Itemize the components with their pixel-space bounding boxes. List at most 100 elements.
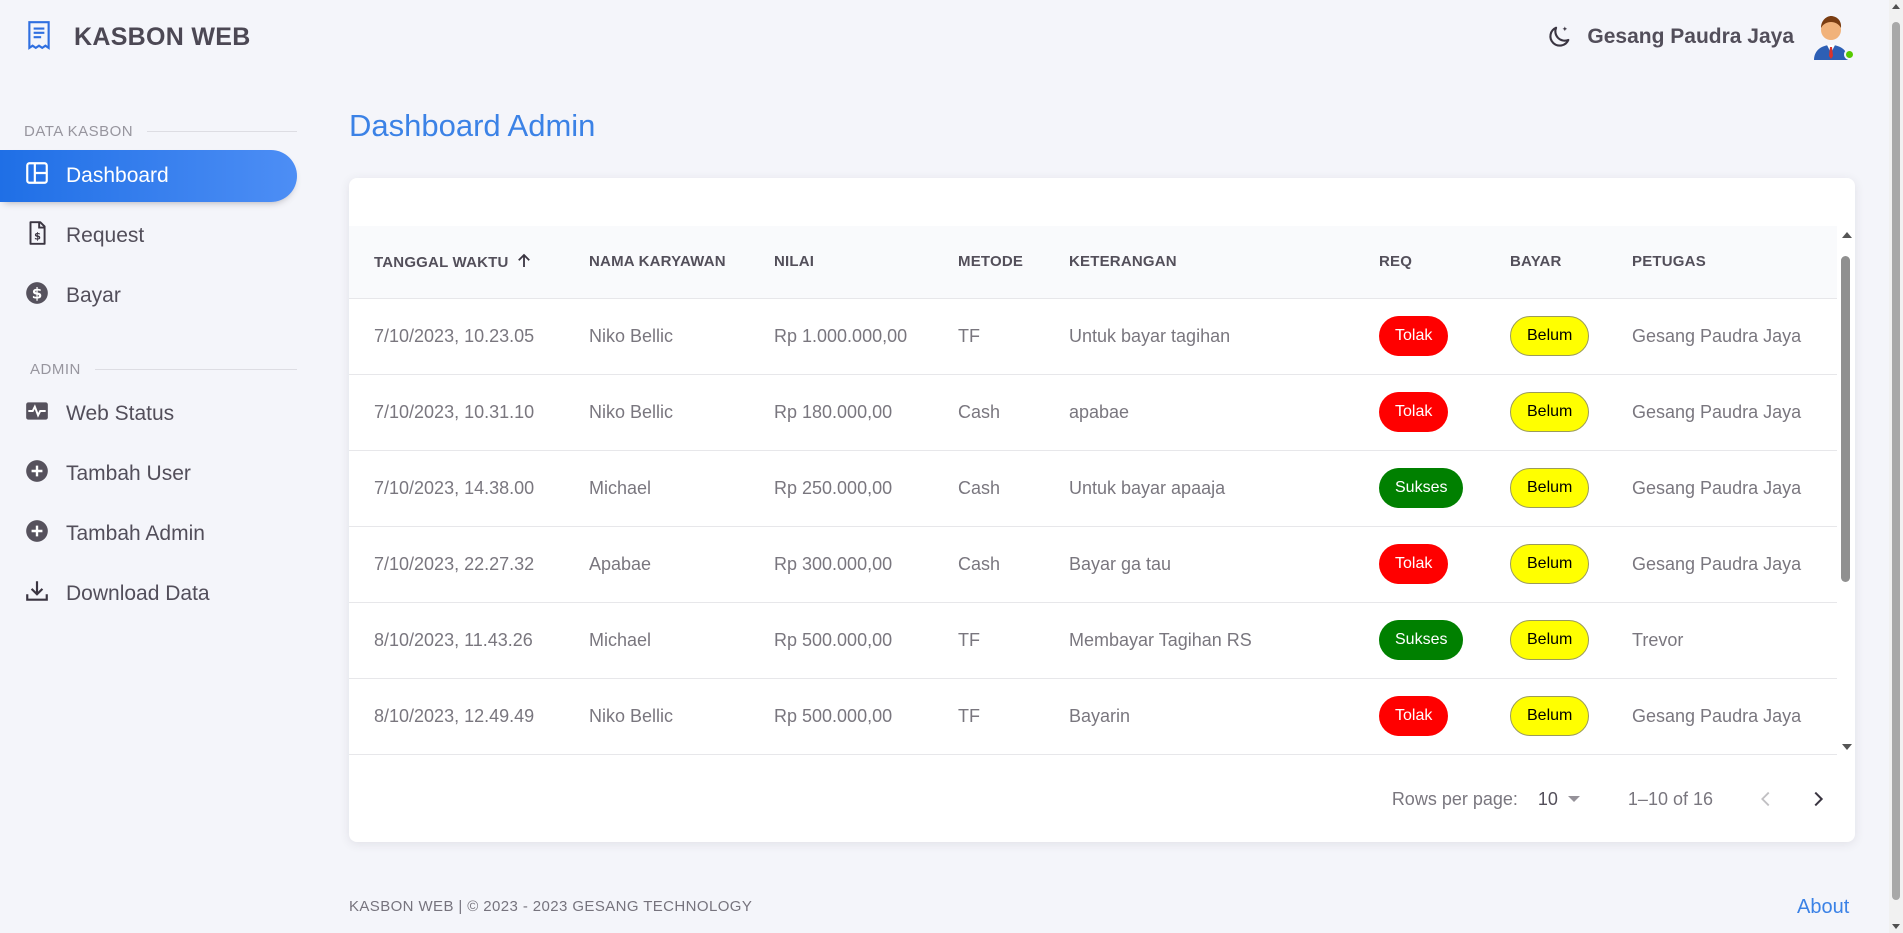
table-pagination: Rows per page: 10 1–10 of 16 — [349, 756, 1855, 842]
about-link[interactable]: About — [1797, 896, 1849, 919]
cell-petugas: Gesang Paudra Jaya — [1607, 374, 1837, 451]
sidebar-item-label: Download Data — [66, 582, 210, 605]
caret-down-icon — [1567, 796, 1580, 802]
sidebar-item-label: Tambah Admin — [66, 522, 205, 545]
cell-metode: TF — [933, 602, 1044, 679]
cell-tanggal: 7/10/2023, 10.31.10 — [349, 374, 564, 451]
column-header-metode[interactable]: METODE — [933, 226, 1044, 299]
cell-req: Tolak — [1354, 298, 1485, 375]
cell-nilai: Rp 300.000,00 — [749, 526, 933, 603]
bayar-status-chip: Belum — [1510, 316, 1590, 356]
window-scrollbar[interactable] — [1889, 0, 1903, 933]
table-row[interactable]: 7/10/2023, 10.31.10 Niko Bellic Rp 180.000… — [349, 374, 1837, 451]
cell-metode: Cash — [933, 450, 1044, 527]
cell-tanggal: 7/10/2023, 22.27.32 — [349, 526, 564, 603]
rows-per-page-select[interactable]: 10 — [1538, 789, 1580, 810]
window-scroll-down-icon[interactable] — [1892, 924, 1900, 929]
bayar-status-chip: Belum — [1510, 468, 1590, 508]
footer-copyright: KASBON WEB | © 2023 - 2023 GESANG TECHNO… — [349, 898, 753, 915]
bayar-status-chip: Belum — [1510, 392, 1590, 432]
scroll-down-arrow-icon[interactable] — [1842, 744, 1852, 750]
cell-nilai: Rp 500.000,00 — [749, 678, 933, 755]
cell-nilai: Rp 500.000,00 — [749, 602, 933, 679]
sidebar-item-bayar[interactable]: $ Bayar — [0, 270, 297, 322]
req-status-chip: Tolak — [1379, 696, 1449, 736]
table-scroll-area[interactable]: TANGGAL WAKTU NAMA KARYAWAN NILAI METODE… — [349, 226, 1837, 756]
next-page-button[interactable] — [1803, 784, 1833, 814]
cell-petugas: Gesang Paudra Jaya — [1607, 678, 1837, 755]
download-icon — [24, 578, 66, 610]
table-scrollbar-thumb[interactable] — [1841, 256, 1850, 582]
req-status-chip: Sukses — [1379, 468, 1464, 508]
window-scroll-up-icon[interactable] — [1892, 4, 1900, 9]
cell-keterangan: Untuk bayar tagihan — [1044, 298, 1354, 375]
data-table-card: TANGGAL WAKTU NAMA KARYAWAN NILAI METODE… — [349, 178, 1855, 842]
cell-nilai: Rp 180.000,00 — [749, 374, 933, 451]
sidebar-item-label: Web Status — [66, 402, 175, 425]
column-header-keterangan[interactable]: KETERANGAN — [1044, 226, 1354, 299]
cell-req: Sukses — [1354, 450, 1485, 527]
column-header-petugas[interactable]: PETUGAS — [1607, 226, 1837, 299]
online-status-dot — [1844, 49, 1855, 60]
column-header-bayar[interactable]: BAYAR — [1485, 226, 1607, 299]
cell-req: Sukses — [1354, 602, 1485, 679]
cell-req: Tolak — [1354, 374, 1485, 451]
pulse-icon — [24, 398, 66, 430]
cell-nilai: Rp 1.000.000,00 — [749, 298, 933, 375]
sidebar: DATA KASBON Dashboard $ Request $ Bayar … — [0, 120, 297, 620]
table-row[interactable]: 8/10/2023, 12.49.49 Niko Bellic Rp 500.000… — [349, 678, 1837, 755]
cell-bayar: Belum — [1485, 678, 1607, 755]
sidebar-item-dashboard[interactable]: Dashboard — [0, 150, 297, 202]
cell-keterangan: apabae — [1044, 374, 1354, 451]
plus-circle-icon — [24, 458, 66, 490]
cell-keterangan: Bayarin — [1044, 678, 1354, 755]
cell-bayar: Belum — [1485, 374, 1607, 451]
req-status-chip: Tolak — [1379, 544, 1449, 584]
column-header-nama-karyawan[interactable]: NAMA KARYAWAN — [564, 226, 749, 299]
sidebar-item-request[interactable]: $ Request — [0, 210, 297, 262]
column-header-nilai[interactable]: NILAI — [749, 226, 933, 299]
dashboard-icon — [24, 160, 66, 192]
sidebar-item-label: Request — [66, 224, 145, 247]
sidebar-item-tambah-user[interactable]: Tambah User — [0, 448, 297, 500]
receipt-icon — [26, 20, 52, 55]
sidebar-item-label: Dashboard — [66, 164, 169, 187]
cell-tanggal: 7/10/2023, 14.38.00 — [349, 450, 564, 527]
req-status-chip: Sukses — [1379, 620, 1464, 660]
app-header: KASBON WEB Gesang Paudra Jaya — [0, 0, 1890, 76]
table-row[interactable]: 7/10/2023, 22.27.32 Apabae Rp 300.000,00 Ca… — [349, 526, 1837, 603]
cell-bayar: Belum — [1485, 526, 1607, 603]
section-title-data-kasbon: DATA KASBON — [0, 120, 297, 142]
column-header-tanggal-waktu[interactable]: TANGGAL WAKTU — [349, 226, 564, 299]
column-header-req[interactable]: REQ — [1354, 226, 1485, 299]
cell-metode: Cash — [933, 526, 1044, 603]
brand[interactable]: KASBON WEB — [26, 20, 251, 55]
sidebar-item-label: Tambah User — [66, 462, 191, 485]
moon-icon[interactable] — [1545, 23, 1573, 51]
page-range: 1–10 of 16 — [1627, 788, 1713, 809]
avatar[interactable] — [1810, 14, 1855, 60]
table-scrollbar[interactable] — [1837, 226, 1855, 756]
table-row[interactable]: 8/10/2023, 11.43.26 Michael Rp 500.000,00 T… — [349, 602, 1837, 679]
dollar-circle-icon: $ — [24, 280, 66, 312]
rows-per-page-label: Rows per page: — [1391, 788, 1518, 809]
scroll-up-arrow-icon[interactable] — [1842, 232, 1852, 238]
cell-metode: Cash — [933, 374, 1044, 451]
cell-req: Tolak — [1354, 678, 1485, 755]
sidebar-item-download-data[interactable]: Download Data — [0, 568, 297, 620]
cell-nama: Niko Bellic — [564, 298, 749, 375]
table-row[interactable]: 7/10/2023, 10.23.05 Niko Bellic Rp 1.000.0… — [349, 298, 1837, 375]
arrow-up-icon[interactable] — [515, 252, 533, 270]
window-scrollbar-thumb[interactable] — [1892, 22, 1900, 900]
sidebar-item-web-status[interactable]: Web Status — [0, 388, 297, 440]
cell-petugas: Gesang Paudra Jaya — [1607, 298, 1837, 375]
previous-page-button[interactable] — [1751, 784, 1781, 814]
cell-keterangan: Bayar ga tau — [1044, 526, 1354, 603]
table-header-row: TANGGAL WAKTU NAMA KARYAWAN NILAI METODE… — [349, 226, 1837, 299]
cell-nama: Michael — [564, 602, 749, 679]
cell-metode: TF — [933, 678, 1044, 755]
chevron-left-icon — [1761, 791, 1770, 807]
table-row[interactable]: 7/10/2023, 14.38.00 Michael Rp 250.000,00 C… — [349, 450, 1837, 527]
cell-nama: Niko Bellic — [564, 678, 749, 755]
sidebar-item-tambah-admin[interactable]: Tambah Admin — [0, 508, 297, 560]
